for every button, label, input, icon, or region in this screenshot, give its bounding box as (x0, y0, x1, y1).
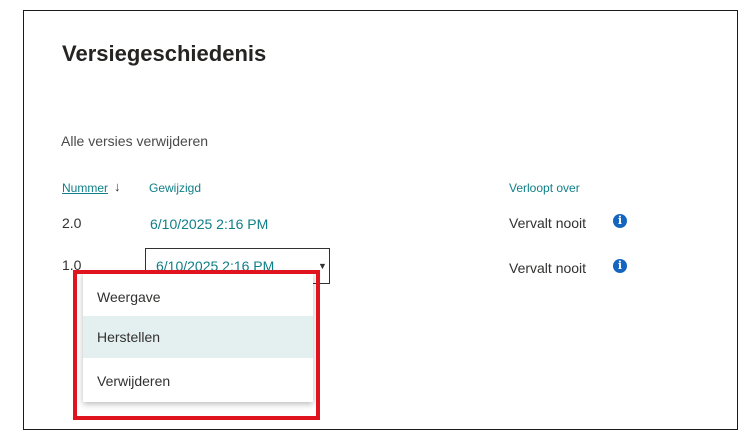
sort-descending-icon: ↓ (114, 179, 121, 194)
chevron-down-icon[interactable]: ▼ (318, 261, 327, 271)
menu-item-view[interactable]: Weergave (83, 276, 313, 318)
info-icon[interactable]: i (613, 214, 627, 228)
delete-all-versions-link[interactable]: Alle versies verwijderen (61, 133, 208, 149)
page-title: Versiegeschiedenis (62, 41, 267, 66)
row-2-expires: Vervalt nooit (509, 260, 587, 276)
row-1-modified-link[interactable]: 6/10/2025 2:16 PM (150, 216, 268, 232)
info-icon[interactable]: i (613, 259, 627, 273)
row-1-number: 2.0 (62, 215, 82, 231)
menu-item-restore[interactable]: Herstellen (83, 316, 313, 358)
column-header-modified[interactable]: Gewijzigd (149, 181, 201, 195)
column-header-expires: Verloopt over (509, 181, 580, 195)
column-header-number[interactable]: Nummer (62, 181, 108, 195)
row-1-expires: Vervalt nooit (509, 215, 587, 231)
menu-item-delete[interactable]: Verwijderen (83, 360, 313, 402)
version-context-menu: Weergave Herstellen Verwijderen (83, 272, 313, 402)
row-2-number: 1.0 (62, 257, 82, 273)
